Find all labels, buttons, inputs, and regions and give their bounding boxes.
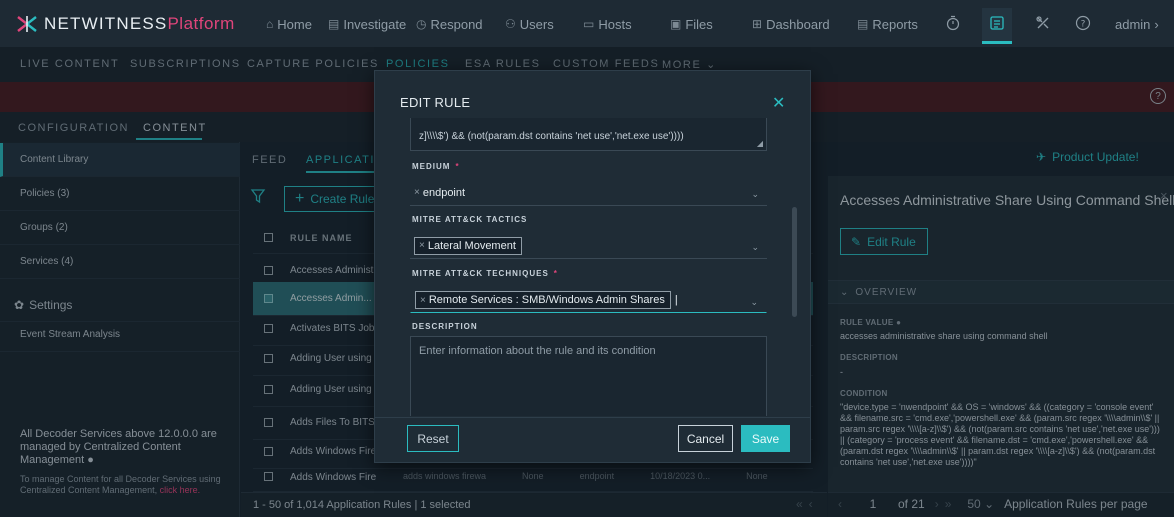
nav-reports[interactable]: ▤ Reports (857, 14, 918, 34)
nav-users-label: Users (519, 16, 554, 32)
description-textarea[interactable]: Enter information about the rule and its… (410, 336, 767, 416)
brand-platform: Platform (167, 14, 235, 33)
resize-handle-icon[interactable]: ◢ (757, 139, 763, 148)
medium-label-text: MEDIUM (412, 162, 451, 171)
netwitness-logo[interactable]: NETWITNESS Platform (16, 14, 235, 34)
nav-dashboard[interactable]: ⊞ Dashboard (752, 14, 830, 34)
user-menu[interactable]: admin › (1115, 14, 1159, 34)
condition-textarea[interactable]: z]\\\\$') && (not(param.dst contains 'ne… (410, 118, 767, 151)
help-icon[interactable]: ? (1072, 12, 1094, 34)
required-marker: * (455, 162, 460, 171)
text-cursor: | (674, 294, 678, 306)
nav-users[interactable]: ⚇ Users (505, 14, 554, 34)
respond-icon: ◷ (416, 17, 427, 31)
nav-reports-label: Reports (872, 16, 918, 32)
tactic-chip-label: Lateral Movement (427, 239, 516, 252)
technique-chip[interactable]: × Remote Services : SMB/Windows Admin Sha… (415, 291, 671, 309)
chevron-down-icon: ⌄ (750, 297, 758, 307)
netwitness-logo-icon (17, 16, 37, 32)
investigate-icon: ▤ (328, 17, 340, 31)
home-icon: ⌂ (266, 17, 274, 31)
medium-select[interactable]: × endpoint ⌄ (410, 180, 767, 206)
required-marker: * (553, 269, 558, 278)
modal-title: EDIT RULE (400, 95, 471, 110)
dashboard-icon: ⊞ (752, 17, 763, 31)
users-icon: ⚇ (505, 17, 516, 31)
techniques-label-text: MITRE ATT&CK TECHNIQUES (412, 269, 549, 278)
cancel-button[interactable]: Cancel (678, 425, 733, 452)
brand-name: NETWITNESS (44, 14, 168, 33)
configure-icon[interactable] (986, 12, 1008, 34)
close-icon[interactable]: ✕ (772, 93, 785, 113)
tactics-label: MITRE ATT&CK TACTICS (412, 215, 528, 224)
nav-investigate-label: Investigate (343, 16, 407, 32)
medium-chip-label: endpoint (422, 186, 466, 199)
nav-respond[interactable]: ◷ Respond (416, 14, 483, 34)
tactic-chip[interactable]: × Lateral Movement (414, 236, 522, 255)
nav-hosts-label: Hosts (598, 16, 632, 32)
medium-label: MEDIUM * (412, 162, 460, 171)
modal-scrollbar-thumb[interactable] (792, 207, 797, 317)
nav-dashboard-label: Dashboard (766, 16, 830, 32)
hosts-icon: ▭ (583, 17, 595, 31)
tactics-select[interactable]: × Lateral Movement ⌄ (410, 233, 767, 259)
files-icon: ▣ (670, 17, 682, 31)
condition-tail-text: z]\\\\$') && (not(param.dst contains 'ne… (419, 131, 684, 142)
reset-button[interactable]: Reset (407, 425, 459, 452)
admin-tools-icon[interactable] (1032, 12, 1054, 34)
remove-chip-icon[interactable]: × (420, 295, 426, 306)
timer-icon[interactable] (942, 12, 964, 34)
user-name: admin (1115, 16, 1151, 32)
techniques-select[interactable]: × Remote Services : SMB/Windows Admin Sha… (410, 287, 767, 313)
nav-respond-label: Respond (430, 16, 483, 32)
nav-hosts[interactable]: ▭ Hosts (583, 14, 632, 34)
nav-files-label: Files (685, 16, 713, 32)
nav-investigate[interactable]: ▤ Investigate (328, 14, 406, 34)
nav-home-label: Home (277, 16, 312, 32)
chevron-down-icon: ⌄ (751, 242, 759, 252)
svg-text:?: ? (1081, 20, 1086, 30)
remove-chip-icon[interactable]: × (414, 187, 420, 198)
medium-chip[interactable]: × endpoint (414, 185, 470, 201)
nav-home[interactable]: ⌂ Home (266, 14, 312, 34)
nav-active-underline (982, 41, 1012, 44)
condition-scrolled-line (419, 122, 758, 131)
reports-icon: ▤ (857, 17, 869, 31)
chevron-down-icon: ⌄ (751, 189, 759, 199)
description-label: DESCRIPTION (412, 322, 478, 331)
save-button[interactable]: Save (741, 425, 790, 452)
technique-chip-label: Remote Services : SMB/Windows Admin Shar… (428, 294, 665, 306)
techniques-label: MITRE ATT&CK TECHNIQUES * (412, 269, 558, 278)
nav-files[interactable]: ▣ Files (670, 14, 713, 34)
remove-chip-icon[interactable]: × (419, 240, 425, 251)
chevron-right-icon: › (1154, 16, 1159, 32)
